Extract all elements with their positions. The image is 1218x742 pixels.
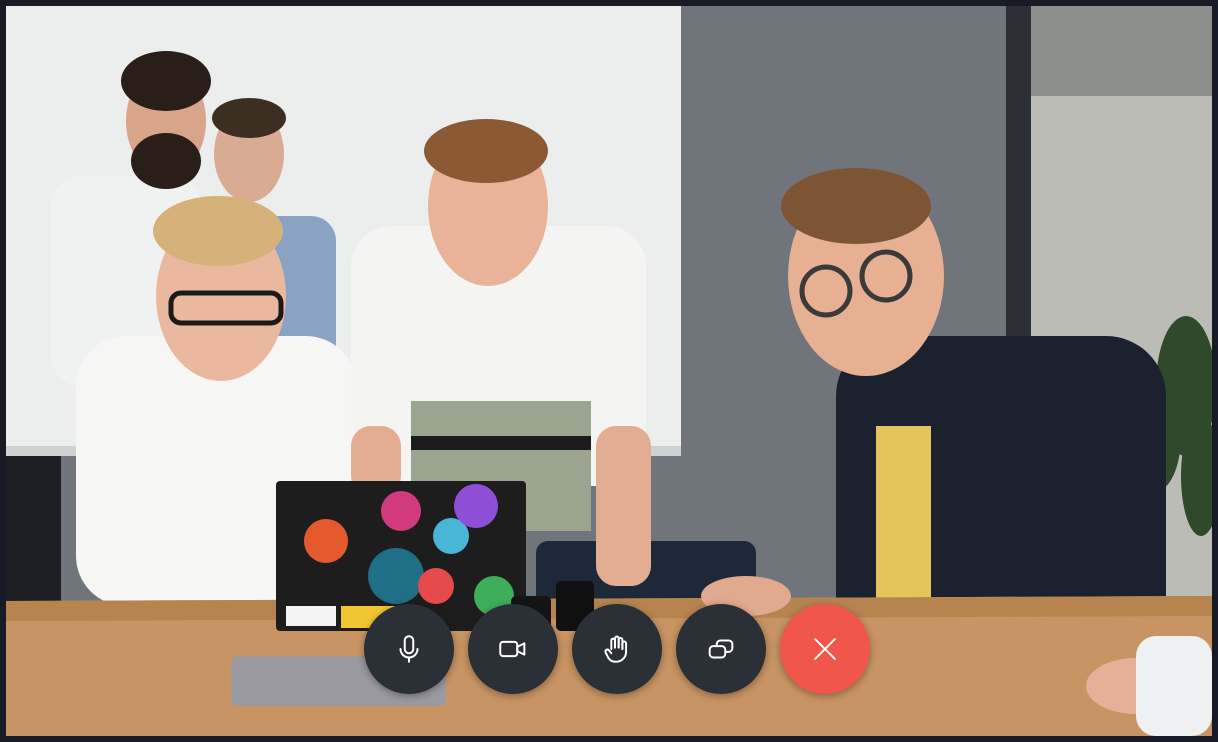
video-camera-icon: [499, 640, 526, 658]
camera-button[interactable]: [468, 604, 558, 694]
video-frame: [6, 6, 1212, 736]
raise-hand-icon: [604, 635, 628, 663]
raise-hand-button[interactable]: [572, 604, 662, 694]
screen-share-button[interactable]: [676, 604, 766, 694]
end-call-button[interactable]: [780, 604, 870, 694]
call-control-bar: [6, 604, 1212, 694]
microphone-button[interactable]: [364, 604, 454, 694]
close-icon: [814, 638, 836, 660]
screen-share-icon: [708, 639, 734, 659]
microphone-icon: [399, 635, 419, 663]
